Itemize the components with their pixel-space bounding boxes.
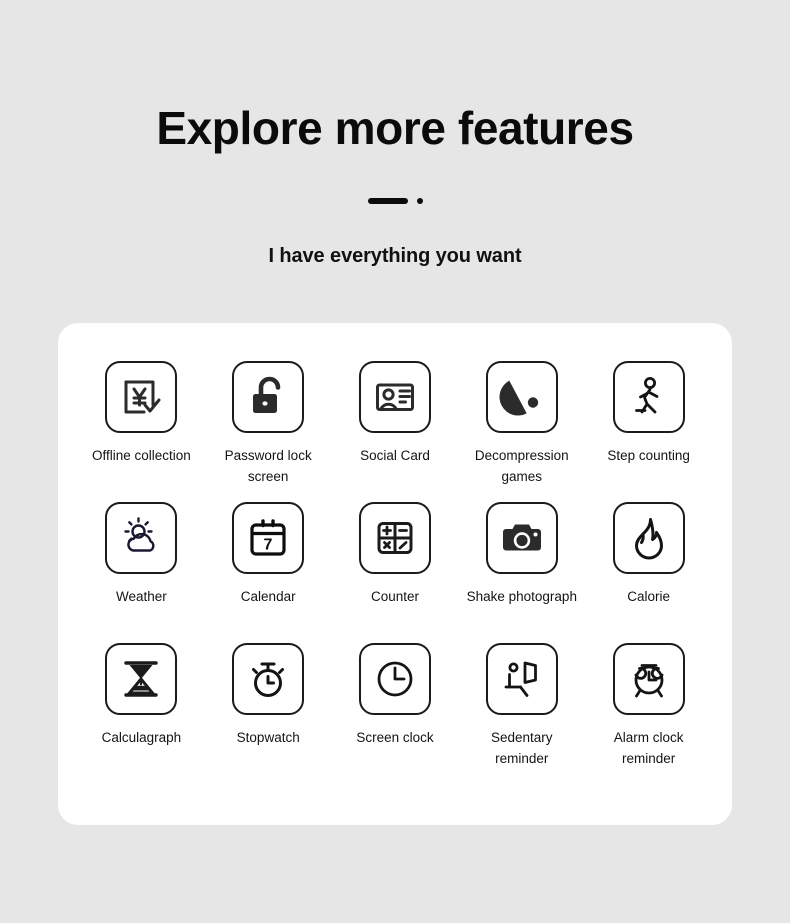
clock-icon: [358, 643, 431, 715]
feature-item-calculagraph[interactable]: Calculagraph: [78, 643, 205, 784]
feature-item-shake-photograph[interactable]: Shake photograph: [458, 502, 585, 643]
calculator-grid-icon: [358, 502, 431, 574]
feature-item-counter[interactable]: Counter: [332, 502, 459, 643]
page-subtitle: I have everything you want: [268, 245, 522, 268]
feature-item-alarm-clock-reminder[interactable]: Alarm clock reminder: [585, 643, 712, 784]
feature-grid: Offline collection Password lock screen: [78, 361, 712, 784]
divider-dot-icon: [416, 198, 423, 205]
feature-item-weather[interactable]: Weather: [78, 502, 205, 643]
feature-showcase-page: Explore more features I have everything …: [0, 0, 790, 923]
flame-icon: [612, 502, 685, 574]
feature-label: Calorie: [627, 589, 670, 604]
feature-label: Sedentary reminder: [491, 730, 553, 766]
feature-label: Calendar: [240, 589, 296, 604]
feature-item-step-counting[interactable]: Step counting: [585, 361, 712, 502]
feature-label: Offline collection: [91, 448, 191, 463]
feature-label: Calculagraph: [101, 730, 182, 745]
feature-label: Screen clock: [356, 730, 434, 745]
pacman-icon: [485, 361, 558, 433]
feature-item-calorie[interactable]: Calorie: [585, 502, 712, 643]
walking-person-icon: [612, 361, 685, 433]
sitting-person-desk-icon: [485, 643, 558, 715]
page-title: Explore more features: [156, 102, 634, 154]
feature-item-stopwatch[interactable]: Stopwatch: [205, 643, 332, 784]
sun-cloud-icon: [105, 502, 178, 574]
page-header: Explore more features I have everything …: [0, 0, 790, 268]
feature-label: Alarm clock reminder: [613, 730, 684, 766]
feature-label: Counter: [370, 589, 419, 604]
feature-label: Weather: [116, 589, 167, 604]
feature-label: Shake photograph: [466, 589, 577, 604]
title-divider-ornament: [0, 194, 790, 208]
feature-item-screen-clock[interactable]: Screen clock: [332, 643, 459, 784]
id-card-icon: [358, 361, 431, 433]
feature-item-offline-collection[interactable]: Offline collection: [78, 361, 205, 502]
yen-document-check-icon: [105, 361, 178, 433]
feature-item-calendar[interactable]: 7 Calendar: [205, 502, 332, 643]
feature-label: Social Card: [360, 448, 430, 463]
hourglass-icon: [105, 643, 178, 715]
svg-text:7: 7: [264, 537, 273, 554]
feature-item-sedentary-reminder[interactable]: Sedentary reminder: [458, 643, 585, 784]
calendar-7-icon: 7: [232, 502, 305, 574]
feature-item-decompression-games[interactable]: Decompression games: [458, 361, 585, 502]
feature-label: Decompression games: [474, 448, 569, 484]
feature-item-password-lock-screen[interactable]: Password lock screen: [205, 361, 332, 502]
feature-card: Offline collection Password lock screen: [58, 323, 732, 825]
feature-label: Password lock screen: [224, 448, 312, 484]
open-padlock-icon: [232, 361, 305, 433]
feature-label: Stopwatch: [236, 730, 300, 745]
feature-label: Step counting: [607, 448, 690, 463]
camera-icon: [485, 502, 558, 574]
stopwatch-icon: [232, 643, 305, 715]
feature-item-social-card[interactable]: Social Card: [332, 361, 459, 502]
alarm-clock-icon: [612, 643, 685, 715]
divider-dash-icon: [367, 198, 408, 205]
